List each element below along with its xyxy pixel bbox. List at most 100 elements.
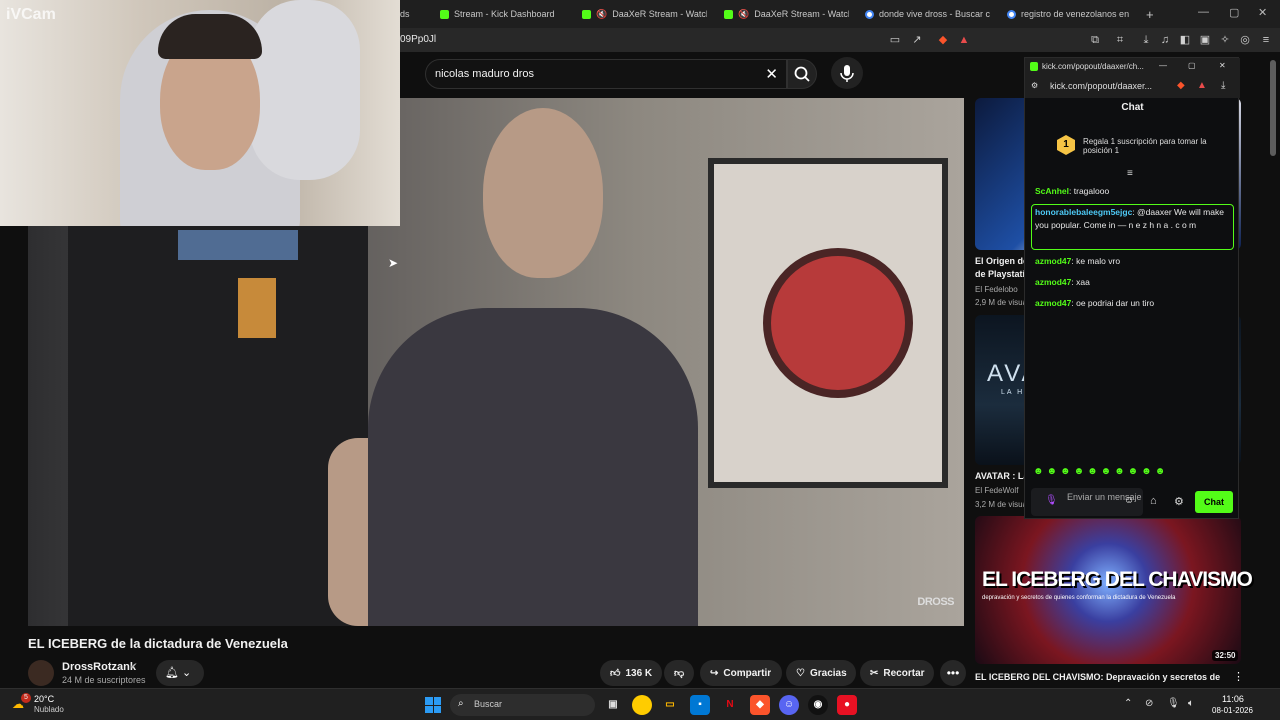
more-dots-icon: ••• [946,666,960,680]
recommendation-channel[interactable]: El FedeWolf [975,486,1018,495]
brave-browser-icon[interactable]: ◆ [750,695,770,715]
search-button[interactable] [787,59,817,89]
mute-icon[interactable]: 🔇 [738,9,749,20]
leo-icon[interactable]: ✧ [1218,33,1232,47]
search-input[interactable]: nicolas maduro dros ✕ [425,59,787,89]
gift-rank-badge: 1 [1057,135,1075,155]
like-button[interactable]: 👍︎ 136 K [600,660,662,686]
brave-shield-icon[interactable]: ◆ [1177,80,1185,91]
close-icon[interactable]: ✕ [1258,6,1267,19]
gift-sub-prompt[interactable]: Regala 1 suscripción para tomar la posic… [1083,137,1223,155]
maximize-icon[interactable]: ▢ [1188,61,1196,70]
close-icon[interactable]: ✕ [1219,61,1226,70]
recommendation-channel[interactable]: El Fedelobo [975,285,1018,294]
filter-icon[interactable]: ≡ [1127,168,1133,179]
channel-avatar[interactable] [28,660,54,686]
minimize-icon[interactable]: — [1159,61,1167,70]
chat-message: honorablebaleegm5ejgc: @daaxer We will m… [1035,207,1224,230]
chat-username[interactable]: azmod47 [1035,298,1071,308]
popout-url[interactable]: kick.com/popout/daaxer... [1050,81,1152,91]
notification-badge: 5 [21,693,31,703]
url-text[interactable]: 09Pp0Jl [400,34,436,45]
recommendation-title[interactable]: EL ICEBERG DEL CHAVISMO: Depravación y s… [975,672,1225,682]
voice-search-button[interactable] [831,57,863,89]
recording-app-icon[interactable]: ● [837,695,857,715]
dislike-button[interactable]: 👎︎ [664,660,694,686]
brave-rewards-icon[interactable]: ▲ [957,33,971,47]
widget-icon[interactable] [632,695,652,715]
vpn-icon[interactable]: ◎ [1238,33,1252,47]
send-chat-button[interactable]: Chat [1195,491,1233,513]
microphone-icon[interactable]: 🎙︎ [1045,495,1058,506]
taskbar-search[interactable]: ⌕ Buscar [450,694,595,716]
task-view-icon[interactable]: ▣ [603,695,623,715]
clip-button[interactable]: ✂ Recortar [860,660,934,686]
chat-message: azmod47: xaa [1035,277,1090,287]
video-duration: 32:50 [1212,650,1239,661]
tab-title: ds [400,9,410,19]
extensions-icon[interactable]: ⧉ [1088,33,1102,47]
chat-username[interactable]: azmod47 [1035,256,1071,266]
browser-tab[interactable]: donde vive dross - Buscar con [865,4,990,24]
kick-icon [724,9,733,19]
share-button[interactable]: ↪ Compartir [700,660,782,686]
download-icon[interactable]: ⤓ [1139,33,1153,47]
channel-name[interactable]: DrossRotzank [62,661,136,673]
mute-icon[interactable]: 🔇 [596,9,607,20]
emote-bar[interactable]: ☻☻☻☻☻☻☻☻☻☻ [1033,466,1168,477]
discord-icon[interactable]: ☺ [779,695,799,715]
clock-time[interactable]: 11:06 [1222,694,1244,704]
store-icon[interactable]: ▪ [690,695,710,715]
obs-icon[interactable]: ◉ [808,695,828,715]
site-settings-icon[interactable]: ⚙ [1031,81,1038,90]
more-vert-icon[interactable]: ⋮ [1233,670,1244,683]
page-scrollbar[interactable] [1270,60,1276,156]
new-tab-button[interactable]: + [1146,4,1158,24]
browser-tab[interactable]: 🔇 DaaXeR Stream - Watch Li [724,4,849,24]
tray-overflow-icon[interactable]: ⌃ [1124,698,1132,709]
browser-tab[interactable]: 🔇 DaaXeR Stream - Watch Li [582,4,707,24]
weather-temperature[interactable]: 20°C [34,694,54,704]
download-icon[interactable]: ⤓ [1221,80,1225,91]
menu-icon[interactable]: ≡ [1259,33,1273,47]
microphone-icon[interactable]: 🎙︎ [1167,698,1180,709]
chat-input[interactable]: 🎙︎ Enviar un mensaje ☺ [1031,488,1143,516]
browser-tab[interactable]: Stream - Kick Dashboard [440,4,570,24]
video-scene-head [483,108,603,278]
sidebar-icon[interactable]: ◧ [1178,33,1192,47]
media-icon[interactable]: ♫ [1158,33,1172,47]
clear-search-icon[interactable]: ✕ [765,65,778,83]
notification-bell-button[interactable]: 🔔︎ ⌄ [156,660,204,686]
brave-rewards-icon[interactable]: ▲ [1197,80,1207,91]
brave-shield-icon[interactable]: ◆ [936,33,950,47]
chat-username[interactable]: honorablebaleegm5ejgc [1035,207,1132,217]
store-icon[interactable]: ⌂ [1150,495,1157,507]
popout-titlebar: kick.com/popout/daaxer/ch... — ▢ ✕ [1025,58,1240,76]
weather-condition[interactable]: Nublado [34,705,64,714]
minimize-icon[interactable]: — [1198,6,1209,18]
browser-tab[interactable]: registro de venezolanos en ch [1007,4,1132,24]
screenshot-icon[interactable]: ⌗ [1113,33,1127,47]
volume-icon[interactable]: 🔈︎ [1188,698,1194,709]
start-button[interactable] [425,697,441,713]
kick-icon [582,9,591,19]
chat-username[interactable]: ScAnhel [1035,186,1069,196]
wallet-icon[interactable]: ▣ [1198,33,1212,47]
file-explorer-icon[interactable]: ▭ [660,695,680,715]
maximize-icon[interactable]: ▢ [1229,6,1239,19]
emoji-icon[interactable]: ☺ [1124,495,1134,506]
chat-username[interactable]: azmod47 [1035,277,1071,287]
share-icon[interactable]: ↗ [910,33,924,47]
mouse-cursor-icon: ➤ [388,256,399,270]
cast-icon[interactable]: ▭ [888,33,902,47]
thanks-button[interactable]: ♡ Gracias [786,660,856,686]
settings-icon[interactable]: ⚙ [1174,495,1184,508]
netflix-icon[interactable]: N [720,695,740,715]
clock-date[interactable]: 08-01-2026 [1212,706,1253,715]
more-actions-button[interactable]: ••• [940,660,966,686]
browser-tab[interactable]: ds [400,4,430,24]
thumbnail-subtext: depravación y secretos de quienes confor… [982,595,1176,601]
video-watermark: DROSS [917,596,954,608]
network-icon[interactable]: ⊘ [1145,698,1153,709]
heart-dollar-icon: ♡ [796,667,805,679]
